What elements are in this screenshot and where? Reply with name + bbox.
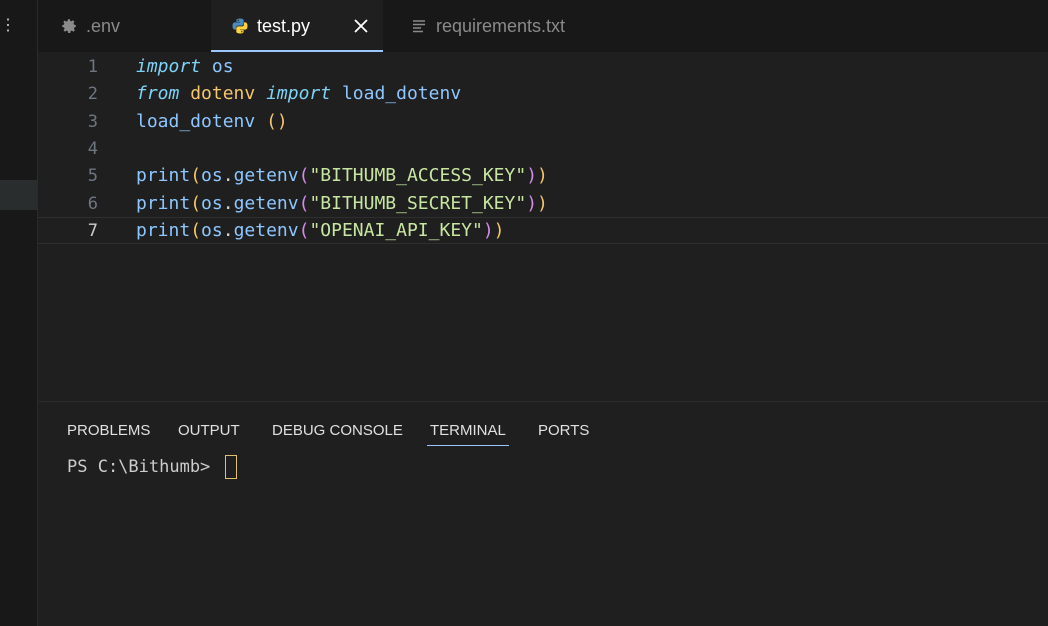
- token: os: [201, 220, 223, 241]
- token: dotenv: [190, 83, 256, 104]
- code-line-3: 3 load_dotenv (): [38, 108, 1048, 135]
- token: getenv: [233, 220, 299, 241]
- line-code: print(os.getenv("BITHUMB_ACCESS_KEY")): [136, 165, 548, 186]
- token: (: [298, 193, 310, 214]
- gear-icon: [58, 15, 80, 37]
- token: load_dotenv: [136, 111, 256, 132]
- tab-env[interactable]: .env: [58, 0, 120, 52]
- lines-icon: [408, 15, 430, 37]
- terminal-prompt-line[interactable]: PS C:\Bithumb>: [67, 454, 237, 480]
- tab-env-label: .env: [86, 15, 121, 36]
- line-code: print(os.getenv("OPENAI_API_KEY")): [136, 220, 505, 241]
- token: "BITHUMB_ACCESS_KEY": [309, 165, 527, 186]
- tab-ports[interactable]: PORTS: [538, 416, 589, 444]
- token: (: [298, 220, 310, 241]
- side-panel: ⋮: [0, 0, 38, 626]
- token: (: [190, 193, 202, 214]
- line-number: 1: [87, 56, 98, 77]
- token: os: [211, 56, 234, 77]
- token: ): [493, 220, 505, 241]
- line-number: 4: [87, 138, 98, 159]
- token: ): [526, 193, 538, 214]
- token: load_dotenv: [341, 83, 462, 104]
- code-line-1: 1 import os: [38, 53, 1048, 80]
- tab-debug-console[interactable]: DEBUG CONSOLE: [272, 416, 403, 444]
- side-selected-item[interactable]: [0, 180, 37, 210]
- tab-test-py[interactable]: test.py: [211, 0, 383, 52]
- line-number: 2: [87, 83, 98, 104]
- line-code: from dotenv import load_dotenv: [136, 83, 461, 104]
- token: print: [136, 193, 191, 214]
- token: import: [266, 83, 332, 104]
- token: .: [222, 220, 234, 241]
- token: (: [298, 165, 310, 186]
- token: import: [136, 56, 202, 77]
- tab-requirements-label: requirements.txt: [436, 15, 566, 36]
- line-code: load_dotenv (): [136, 111, 288, 132]
- token: (: [190, 220, 202, 241]
- token: from: [136, 83, 180, 104]
- code-line-4: 4: [38, 135, 1048, 162]
- tab-terminal[interactable]: TERMINAL: [427, 416, 509, 446]
- token: .: [222, 165, 234, 186]
- token: os: [201, 165, 223, 186]
- token: .: [222, 193, 234, 214]
- tab-requirements[interactable]: requirements.txt: [408, 0, 565, 52]
- line-number: 6: [87, 193, 98, 214]
- token: "OPENAI_API_KEY": [309, 220, 483, 241]
- token: ): [537, 165, 548, 186]
- line-number: 7: [87, 220, 98, 241]
- line-number: 5: [87, 165, 98, 186]
- token: print: [136, 220, 191, 241]
- code-line-2: 2 from dotenv import load_dotenv: [38, 80, 1048, 107]
- editor-tab-bar: .env test.py requirements.txt: [38, 0, 1048, 52]
- tab-problems[interactable]: PROBLEMS: [67, 416, 150, 444]
- token: ): [526, 165, 538, 186]
- vscode-window: ⋮ .env test.py requirements.txt 1 import…: [0, 0, 1048, 626]
- line-number: 3: [87, 111, 98, 132]
- token: (): [266, 111, 288, 132]
- code-line-7: 7 print(os.getenv("OPENAI_API_KEY")): [38, 217, 1048, 244]
- token: getenv: [233, 193, 299, 214]
- more-actions-icon[interactable]: ⋮: [0, 14, 16, 38]
- token: getenv: [233, 165, 299, 186]
- terminal-prompt: PS C:\Bithumb>: [67, 457, 221, 477]
- token: print: [136, 165, 191, 186]
- tab-output[interactable]: OUTPUT: [178, 416, 240, 444]
- tab-test-py-label: test.py: [257, 15, 311, 36]
- token: os: [201, 193, 223, 214]
- code-line-6: 6 print(os.getenv("BITHUMB_SECRET_KEY")): [38, 190, 1048, 217]
- token: "BITHUMB_SECRET_KEY": [309, 193, 527, 214]
- line-code: print(os.getenv("BITHUMB_SECRET_KEY")): [136, 193, 548, 214]
- token: (: [190, 165, 202, 186]
- line-code: import os: [136, 56, 234, 77]
- close-icon[interactable]: [351, 16, 371, 36]
- python-icon: [229, 15, 251, 37]
- terminal-cursor: [224, 455, 237, 479]
- code-editor[interactable]: 1 import os 2 from dotenv import load_do…: [38, 52, 1048, 401]
- code-line-5: 5 print(os.getenv("BITHUMB_ACCESS_KEY")): [38, 162, 1048, 189]
- token: ): [482, 220, 494, 241]
- bottom-panel: PROBLEMS OUTPUT DEBUG CONSOLE TERMINAL P…: [38, 401, 1048, 626]
- token: ): [537, 193, 548, 214]
